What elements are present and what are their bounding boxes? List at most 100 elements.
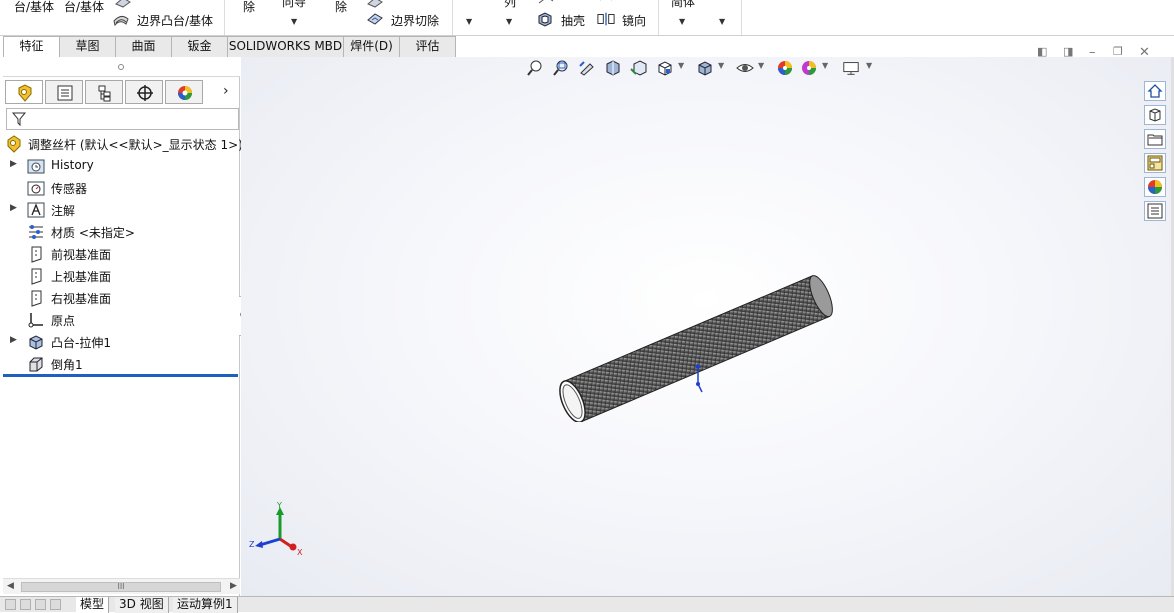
dynamic-annotation-icon[interactable]: [630, 60, 648, 76]
tree-item-top-plane[interactable]: 上视基准面: [3, 265, 240, 287]
cut-button[interactable]: 除: [243, 0, 255, 15]
ribbon-separator: [658, 0, 659, 35]
chevron-down-icon[interactable]: ▼: [719, 17, 725, 26]
tile-left-icon[interactable]: ◧: [1037, 45, 1047, 58]
tab-sheet-metal[interactable]: 钣金: [171, 36, 228, 57]
rollback-bar[interactable]: [3, 374, 238, 377]
panel-horizontal-scrollbar[interactable]: ◀ III ▶: [3, 578, 240, 594]
view-orientation-icon[interactable]: [656, 60, 674, 76]
tree-item-label: 凸台-拉伸1: [51, 336, 111, 350]
chevron-down-icon[interactable]: ▼: [678, 61, 684, 70]
zoom-to-fit-icon[interactable]: [526, 60, 544, 76]
close-icon[interactable]: ✕: [1139, 45, 1150, 60]
hide-show-items-icon[interactable]: [736, 60, 754, 76]
tab-3d-view[interactable]: 3D 视图: [115, 597, 169, 613]
display-style-icon[interactable]: [696, 60, 714, 76]
model-threaded-rod[interactable]: [551, 272, 841, 422]
boundary-boss-icon: [113, 15, 129, 27]
custom-properties-button[interactable]: [1144, 201, 1166, 221]
tree-item-right-plane[interactable]: 右视基准面: [3, 287, 240, 309]
scroll-left-icon[interactable]: ◀: [7, 581, 14, 591]
tab-dimxpert-manager[interactable]: [125, 80, 163, 104]
boundary-cut-button[interactable]: 边界切除: [391, 12, 439, 29]
tree-item-annotations[interactable]: ▶ 注解: [3, 199, 240, 221]
zoom-to-area-icon[interactable]: [552, 60, 570, 76]
configuration-manager-icon: [98, 85, 111, 102]
resources-home-button[interactable]: [1144, 81, 1166, 101]
minimize-icon[interactable]: –: [1089, 45, 1096, 60]
boss-base-button[interactable]: 台/基体: [14, 0, 54, 15]
boundary-boss-button[interactable]: 边界凸台/基体: [137, 12, 213, 29]
tab-surfaces[interactable]: 曲面: [115, 36, 172, 57]
tree-item-material[interactable]: 材质 <未指定>: [3, 221, 240, 243]
expand-arrow-icon[interactable]: ▶: [10, 335, 17, 345]
extrude-icon: [29, 335, 43, 350]
next-tab-icon[interactable]: [35, 599, 46, 610]
tree-item-chamfer[interactable]: 倒角1: [3, 353, 240, 375]
view-settings-icon[interactable]: [842, 60, 860, 76]
tree-item-front-plane[interactable]: 前视基准面: [3, 243, 240, 265]
tree-item-origin[interactable]: 原点: [3, 309, 240, 331]
tree-filter[interactable]: [6, 108, 239, 130]
feature-manager-icon: [18, 84, 32, 102]
tab-property-manager[interactable]: [45, 80, 83, 104]
view-palette-button[interactable]: [1144, 153, 1166, 173]
first-tab-icon[interactable]: [5, 599, 16, 610]
chevron-down-icon[interactable]: ▼: [822, 61, 828, 70]
tree-item-sensors[interactable]: 传感器: [3, 177, 240, 199]
curves-button[interactable]: 简体: [671, 0, 695, 10]
chevron-down-icon[interactable]: ▼: [506, 17, 512, 26]
tree-item-label: 前视基准面: [51, 248, 112, 262]
last-tab-icon[interactable]: [50, 599, 61, 610]
design-library-button[interactable]: [1144, 105, 1166, 125]
tree-item-extrude[interactable]: ▶ 凸台-拉伸1: [3, 331, 240, 353]
tab-features[interactable]: 特征: [3, 36, 60, 57]
tab-motion-study[interactable]: 运动算例1: [173, 597, 238, 613]
chevron-down-icon[interactable]: ▼: [466, 17, 472, 26]
mirror-icon: [597, 12, 615, 26]
tree-item-history[interactable]: ▶ History: [3, 155, 240, 177]
previous-view-icon[interactable]: [578, 60, 596, 76]
chevron-down-icon[interactable]: ▼: [291, 17, 297, 26]
pattern-button[interactable]: 列: [504, 0, 516, 10]
expand-arrow-icon[interactable]: ▶: [10, 203, 17, 213]
tree-root[interactable]: 调整丝杆 (默认<<默认>_显示状态 1>): [3, 133, 243, 155]
boundary-cut-icon: [367, 13, 383, 25]
ribbon-separator: [224, 0, 225, 35]
tab-weldments[interactable]: 焊件(D): [343, 36, 400, 57]
tab-feature-manager[interactable]: [5, 80, 43, 104]
tab-model[interactable]: 模型: [76, 597, 110, 613]
hole-wizard-button[interactable]: 向导: [282, 0, 306, 10]
revolved-boss-button[interactable]: 台/基体: [64, 0, 104, 15]
tab-display-manager[interactable]: [165, 80, 203, 104]
command-tabs: 特征 草图 曲面 钣金 SOLIDWORKS MBD 焊件(D) 评估: [0, 36, 460, 57]
tile-right-icon[interactable]: ◨: [1063, 45, 1073, 58]
previous-tab-icon[interactable]: [20, 599, 31, 610]
tree-item-label: 传感器: [51, 182, 88, 196]
panel-splitter[interactable]: [3, 57, 240, 77]
scrollbar-thumb[interactable]: III: [21, 582, 221, 592]
chevron-down-icon[interactable]: ▼: [758, 61, 764, 70]
file-explorer-button[interactable]: [1144, 129, 1166, 149]
tab-sketch[interactable]: 草图: [59, 36, 116, 57]
chevron-down-icon[interactable]: ▼: [679, 17, 685, 26]
chevron-right-icon[interactable]: ›: [223, 83, 229, 99]
tab-mbd[interactable]: SOLIDWORKS MBD: [227, 36, 344, 57]
section-view-icon[interactable]: [604, 60, 622, 76]
tab-evaluate[interactable]: 评估: [399, 36, 456, 57]
edit-appearance-icon[interactable]: [776, 60, 794, 76]
shell-button[interactable]: 抽壳: [561, 12, 585, 29]
restore-icon[interactable]: ❐: [1113, 45, 1123, 58]
appearances-button[interactable]: [1144, 177, 1166, 197]
ribbon-separator: [452, 0, 453, 35]
mirror-button[interactable]: 镜向: [622, 12, 646, 29]
apply-scene-icon[interactable]: [800, 60, 818, 76]
chevron-down-icon[interactable]: ▼: [866, 61, 872, 70]
graphics-area[interactable]: ▼ ▼ ▼ ▼ ▼ ◧ ◨ – ❐ ✕ Y X Z: [241, 45, 1171, 596]
command-manager-ribbon: 台/基体 台/基体 边界凸台/基体 除 向导 ▼ 除 边界切除 ▼ 列 ▼ 抽壳…: [0, 0, 1174, 36]
chevron-down-icon[interactable]: ▼: [718, 61, 724, 70]
revolved-cut-button[interactable]: 除: [335, 0, 347, 15]
expand-arrow-icon[interactable]: ▶: [10, 159, 17, 169]
scroll-right-icon[interactable]: ▶: [230, 581, 237, 591]
tab-configuration-manager[interactable]: [85, 80, 123, 104]
